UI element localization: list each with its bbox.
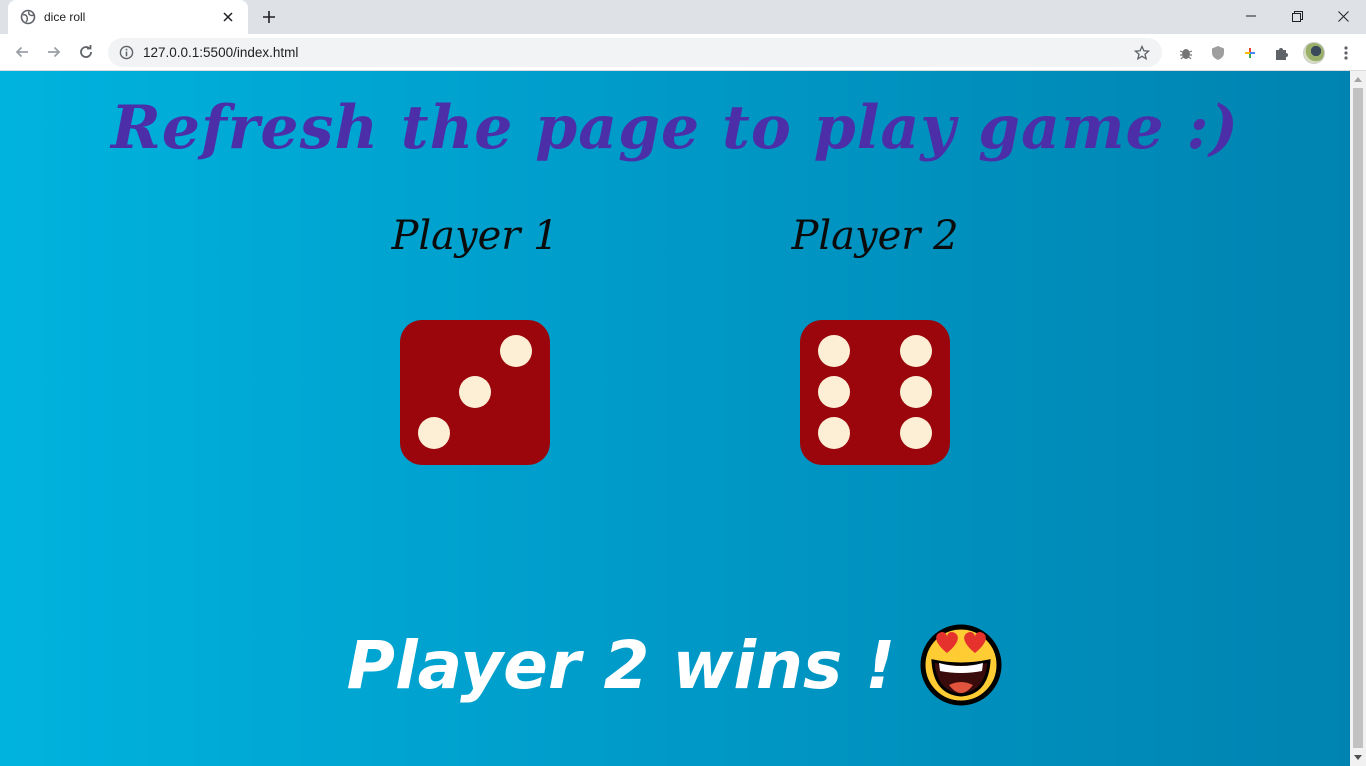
globe-icon: [20, 9, 36, 25]
player-1-label: Player 1: [391, 213, 559, 259]
die-pip: [900, 335, 932, 367]
avatar: [1303, 41, 1325, 64]
star-icon[interactable]: [1132, 43, 1152, 63]
arrow-right-icon[interactable]: [38, 36, 70, 68]
info-icon[interactable]: [118, 45, 134, 61]
close-tab-icon[interactable]: [218, 7, 238, 27]
kebab-menu-icon[interactable]: [1330, 37, 1362, 69]
die-pip: [818, 417, 850, 449]
die-pip: [900, 417, 932, 449]
tab-title: dice roll: [44, 10, 86, 24]
new-tab-button[interactable]: [257, 5, 281, 29]
close-window-icon[interactable]: [1320, 0, 1366, 32]
arrow-left-icon[interactable]: [6, 36, 38, 68]
die-pip: [418, 417, 450, 449]
player-1-die: [400, 320, 550, 465]
reload-icon[interactable]: [70, 36, 102, 68]
shield-extension-icon[interactable]: [1202, 37, 1234, 69]
address-bar[interactable]: 127.0.0.1:5500/index.html: [108, 38, 1162, 67]
result-text: Player 2 wins !: [346, 626, 896, 704]
heart-eyes-emoji-icon: [919, 623, 1003, 707]
tab-strip: dice roll: [0, 0, 1366, 34]
scrollbar-thumb[interactable]: [1353, 88, 1363, 748]
minimize-icon[interactable]: [1228, 0, 1274, 32]
die-pip: [818, 335, 850, 367]
die-pip: [500, 335, 532, 367]
die-pip: [459, 376, 491, 408]
page-title: Refresh the page to play game :): [110, 93, 1240, 163]
vertical-scrollbar[interactable]: [1350, 71, 1366, 766]
die-pip: [900, 376, 932, 408]
plus-extension-icon[interactable]: [1234, 37, 1266, 69]
puzzle-icon[interactable]: [1266, 37, 1298, 69]
scroll-up-icon[interactable]: [1350, 71, 1366, 87]
restore-icon[interactable]: [1274, 0, 1320, 32]
scroll-down-icon[interactable]: [1350, 750, 1366, 766]
die-pip: [818, 376, 850, 408]
url-text[interactable]: 127.0.0.1:5500/index.html: [143, 45, 1132, 60]
window-controls: [1228, 0, 1366, 32]
player-2-label: Player 2: [791, 213, 959, 259]
browser-tab[interactable]: dice roll: [8, 0, 248, 34]
profile-avatar[interactable]: [1298, 37, 1330, 69]
player-2-die: [800, 320, 950, 465]
browser-toolbar: 127.0.0.1:5500/index.html: [0, 34, 1366, 71]
bug-extension-icon[interactable]: [1170, 37, 1202, 69]
result-banner: Player 2 wins !: [0, 623, 1350, 707]
page-viewport: Refresh the page to play game :) Player …: [0, 71, 1350, 766]
extensions-area: [1170, 34, 1362, 71]
